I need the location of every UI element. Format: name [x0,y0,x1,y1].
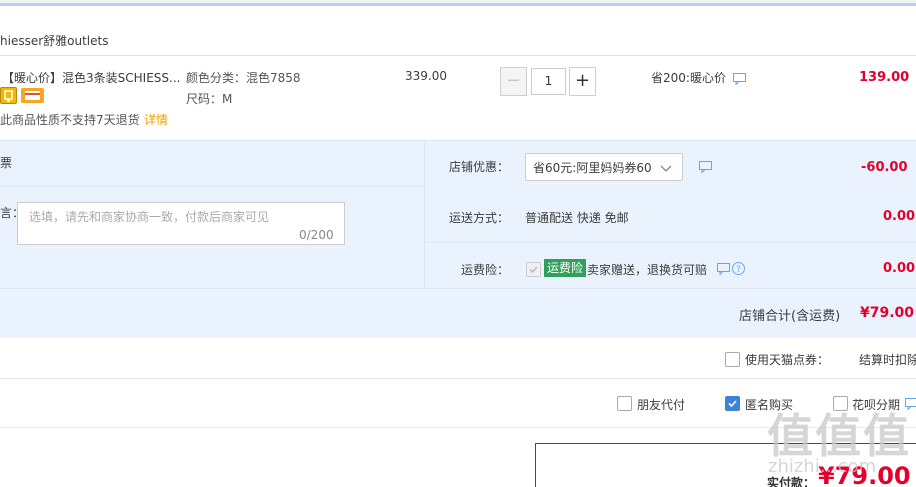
tmall-points-note: 结算时扣除 [859,353,916,367]
message-icon[interactable] [733,73,746,88]
friend-pay-label[interactable]: 朋友代付 [637,396,685,413]
message-icon[interactable] [717,263,730,278]
item-subtotal: 139.00 [859,70,910,85]
return-notice: 此商品性质不支持7天退货 [0,113,140,127]
insurance-tag: 运费险 [544,259,587,277]
watermark-url: zhizhi…com [768,456,877,477]
credit-card-icon [21,88,44,103]
check-icon [728,400,737,408]
order-confirm-page: hiesser舒雅outlets 【暖心价】混色3条装SCHIESS... 颜色… [0,0,916,487]
increase-button[interactable]: + [569,67,596,96]
service-badge-icon [0,87,17,104]
shipping-label: 运送方式： [449,211,510,225]
char-counter: 0/200 [299,228,334,242]
coupon-select[interactable]: 省60元:阿里妈妈券60 [525,153,683,181]
sku-color: 颜色分类：混色7858 [186,71,301,85]
quantity-input[interactable]: 1 [531,68,566,95]
invoice-label: 票 [0,156,13,170]
check-icon [529,266,538,274]
divider [425,242,916,243]
insurance-label: 运费险： [461,263,510,277]
item-row: 【暖心价】混色3条装SCHIESS... 颜色分类：混色7858 尺码：M 此商… [0,57,916,140]
friend-pay-checkbox[interactable] [617,396,632,411]
shipping-amount: 0.00 [883,209,916,224]
shop-total-label: 店铺合计(含运费) [739,309,841,324]
shop-header: hiesser舒雅outlets [0,26,916,56]
quantity-stepper[interactable]: − 1 + [500,67,596,97]
shop-name[interactable]: hiesser舒雅outlets [0,32,108,49]
shop-discount-label: 店铺优惠： [449,160,510,174]
shipping-value: 普通配送 快递 免邮 [525,211,629,225]
insurance-amount: 0.00 [883,261,916,276]
sku-size: 尺码：M [186,92,233,106]
divider [0,378,916,379]
shop-discount-amount: -60.00 [861,160,908,175]
insurance-checkbox [526,262,541,277]
decrease-button[interactable]: − [500,67,527,96]
message-placeholder: 选填，请先和商家协商一致，付款后商家可见 [29,210,270,224]
divider [0,288,916,289]
insurance-text: 卖家赠送，退换货可赔 [587,263,708,277]
item-title[interactable]: 【暖心价】混色3条装SCHIESS... [2,69,180,86]
top-divider [0,0,916,6]
question-icon[interactable]: ? [732,262,745,278]
message-icon[interactable] [699,161,712,176]
divider [424,141,425,288]
shop-total-value: ¥79.00 [860,305,915,321]
notice-detail-link[interactable]: 详情 [144,111,168,128]
tmall-points-label: 使用天猫点券： [745,353,830,367]
seller-message-field[interactable]: 选填，请先和商家协商一致，付款后商家可见 0/200 [17,202,345,245]
unit-price: 339.00 [405,69,447,83]
divider [0,186,424,187]
svg-text:?: ? [736,265,741,275]
chevron-down-icon [660,162,672,176]
promo-text: 省200:暖心价 [651,71,726,85]
anonymous-checkbox[interactable] [725,396,740,411]
tmall-points-checkbox[interactable] [725,352,740,367]
coupon-selected: 省60元:阿里妈妈券60 [533,161,652,175]
